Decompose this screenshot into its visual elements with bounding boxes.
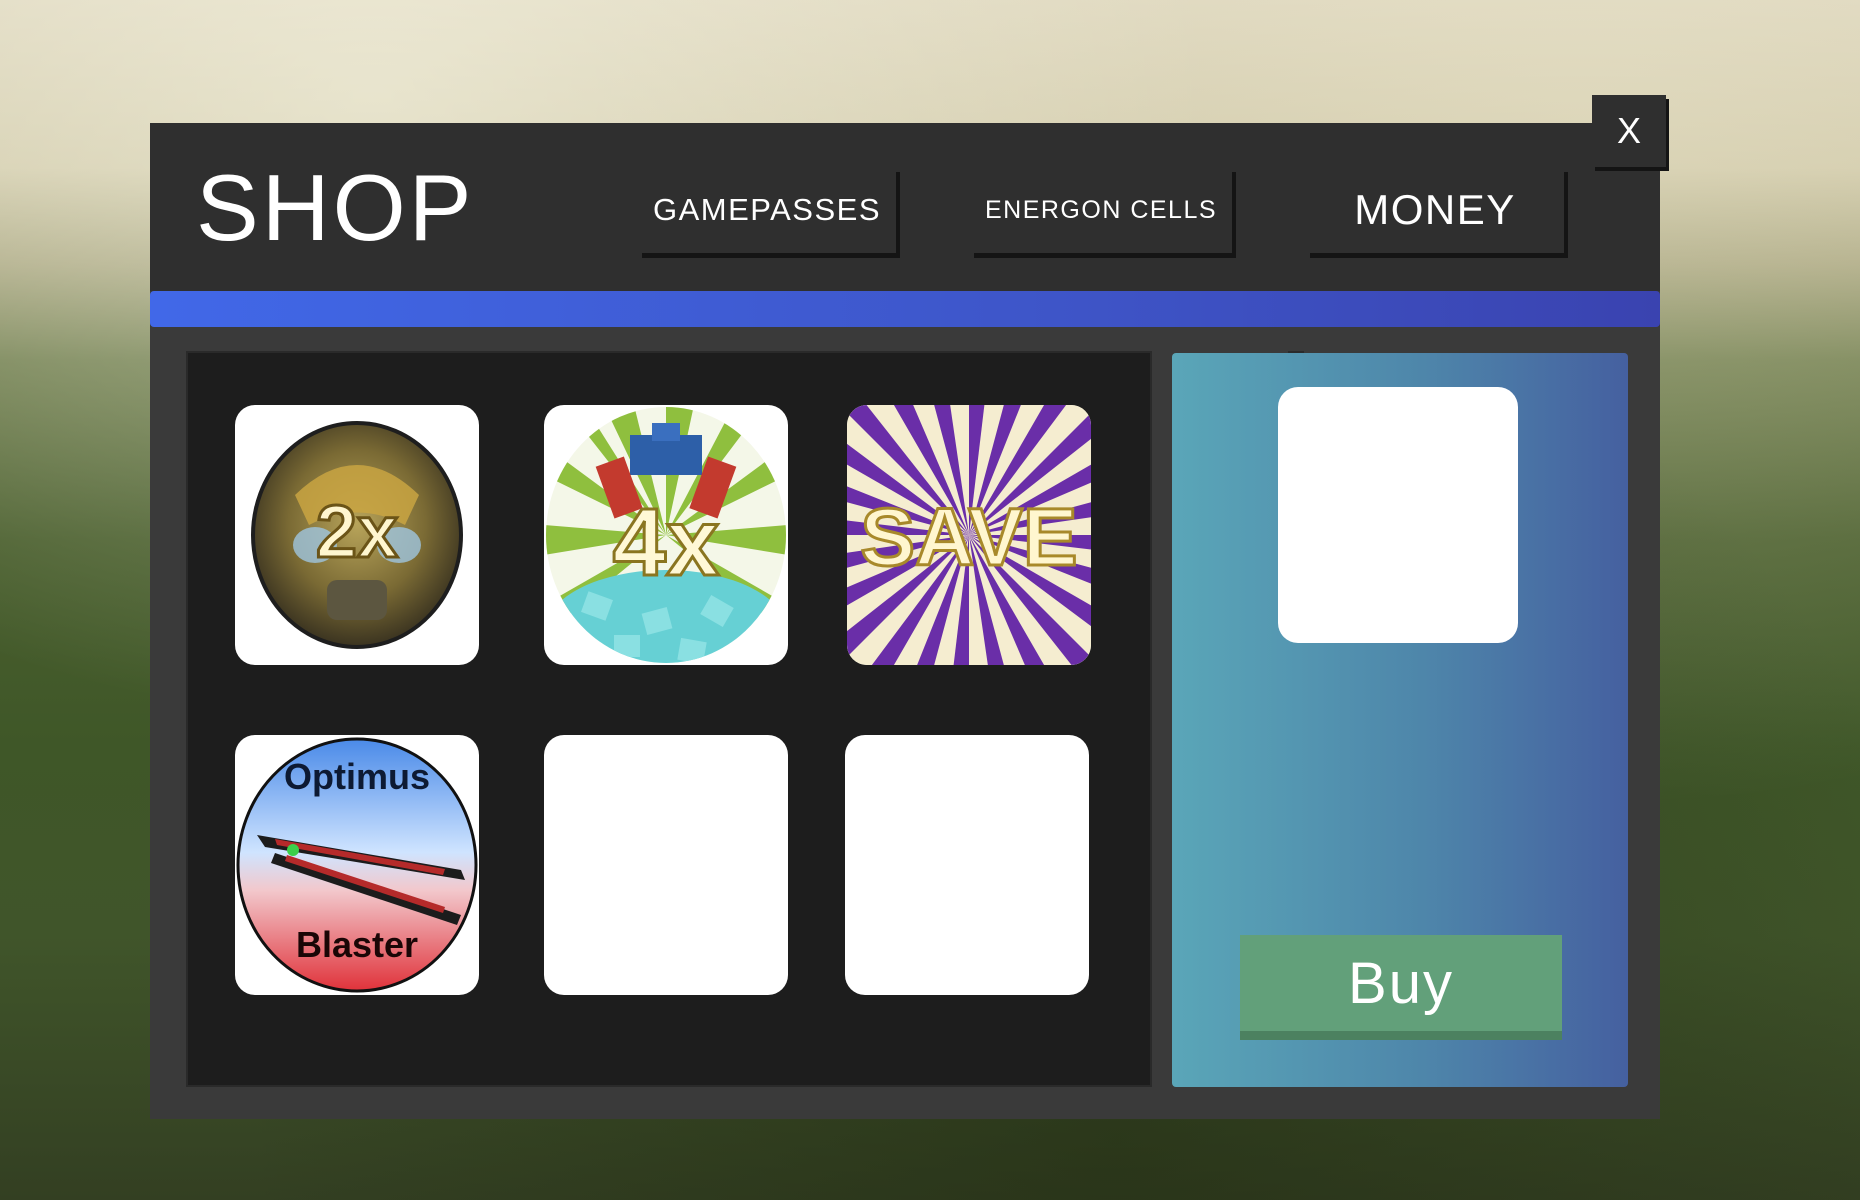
item-card-save[interactable]: SAVE — [847, 405, 1091, 665]
optimus-blaster-icon: Optimus Blaster — [236, 737, 478, 993]
item-detail-panel: Buy — [1172, 353, 1628, 1087]
tab-money[interactable]: MONEY — [1306, 167, 1564, 253]
shop-title: SHOP — [196, 155, 475, 260]
save-burst-icon: SAVE — [847, 405, 1091, 665]
item-preview-image — [1278, 387, 1518, 643]
optimus-4x-icon: 4x — [546, 407, 786, 663]
item-card-empty[interactable] — [845, 735, 1089, 995]
shop-header: SHOP GAMEPASSES ENERGON CELLS MONEY — [150, 123, 1660, 291]
bumblebee-2x-icon: 2x — [251, 421, 463, 649]
tab-gamepasses[interactable]: GAMEPASSES — [638, 167, 896, 253]
item-text-save: SAVE — [860, 492, 1077, 583]
item-text-4x: 4x — [613, 489, 720, 596]
close-button[interactable]: X — [1592, 95, 1666, 167]
shop-window: SHOP GAMEPASSES ENERGON CELLS MONEY 2x 4… — [150, 123, 1660, 1119]
item-card-2x[interactable]: 2x — [235, 405, 479, 665]
item-card-optimus-blaster[interactable]: Optimus Blaster — [235, 735, 479, 995]
header-accent-bar — [150, 291, 1660, 327]
buy-button[interactable]: Buy — [1240, 935, 1562, 1031]
item-card-4x[interactable]: 4x — [544, 405, 788, 665]
item-text-2x: 2x — [316, 490, 398, 573]
tab-energon-cells[interactable]: ENERGON CELLS — [970, 167, 1232, 253]
item-text-blaster: Blaster — [296, 924, 418, 965]
item-card-empty[interactable] — [544, 735, 788, 995]
item-text-optimus: Optimus — [284, 756, 430, 797]
